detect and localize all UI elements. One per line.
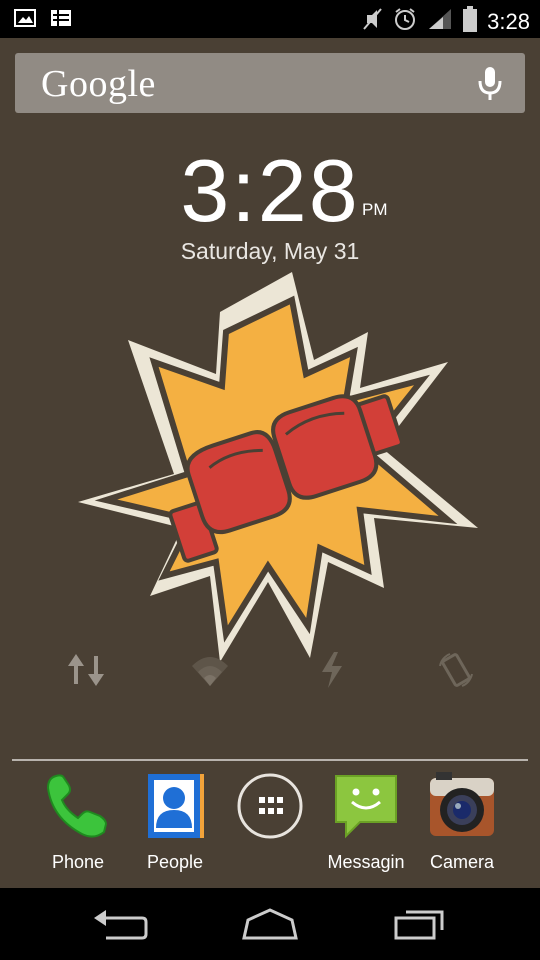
- phone-app[interactable]: [30, 770, 126, 847]
- phone-label: Phone: [51, 852, 105, 872]
- microphone-icon[interactable]: [477, 65, 503, 106]
- home-icon[interactable]: [240, 908, 300, 947]
- camera-label: Camera: [429, 852, 495, 872]
- boxing-gloves-wallpaper: [70, 270, 490, 675]
- phone-icon: [46, 774, 108, 838]
- all-apps-button[interactable]: [222, 770, 318, 847]
- back-icon[interactable]: [92, 908, 148, 947]
- google-logo: Google: [41, 63, 156, 105]
- status-time: 3:28: [487, 8, 530, 34]
- messaging-app[interactable]: [318, 770, 414, 847]
- clock-time: 3:28: [180, 141, 360, 240]
- notification-list-icon: [50, 8, 72, 33]
- clock-widget[interactable]: 3:28: [0, 140, 540, 242]
- google-search-bar[interactable]: Google: [15, 53, 525, 113]
- messaging-label: Messagin: [327, 852, 405, 872]
- rotate-icon[interactable]: [436, 650, 476, 695]
- people-label: People: [146, 852, 204, 872]
- status-bar: 3:28: [0, 0, 540, 38]
- battery-icon: [463, 6, 478, 37]
- messaging-icon: [335, 775, 397, 839]
- navigation-bar: [0, 888, 540, 960]
- dock-divider: [12, 759, 528, 761]
- signal-icon: [427, 7, 453, 36]
- data-icon[interactable]: [66, 650, 106, 695]
- gallery-icon: [14, 8, 36, 33]
- camera-app[interactable]: [414, 770, 510, 847]
- camera-icon: [430, 772, 494, 836]
- clock-ampm: PM: [362, 200, 388, 219]
- recents-icon[interactable]: [392, 906, 448, 947]
- people-app[interactable]: [126, 770, 222, 847]
- flash-icon[interactable]: [318, 650, 348, 695]
- alarm-icon: [393, 7, 417, 36]
- clock-date: Saturday, May 31: [180, 238, 360, 264]
- wifi-icon[interactable]: [190, 650, 230, 695]
- people-icon: [148, 774, 204, 838]
- app-drawer-icon: [237, 773, 303, 839]
- mute-icon: [361, 7, 383, 36]
